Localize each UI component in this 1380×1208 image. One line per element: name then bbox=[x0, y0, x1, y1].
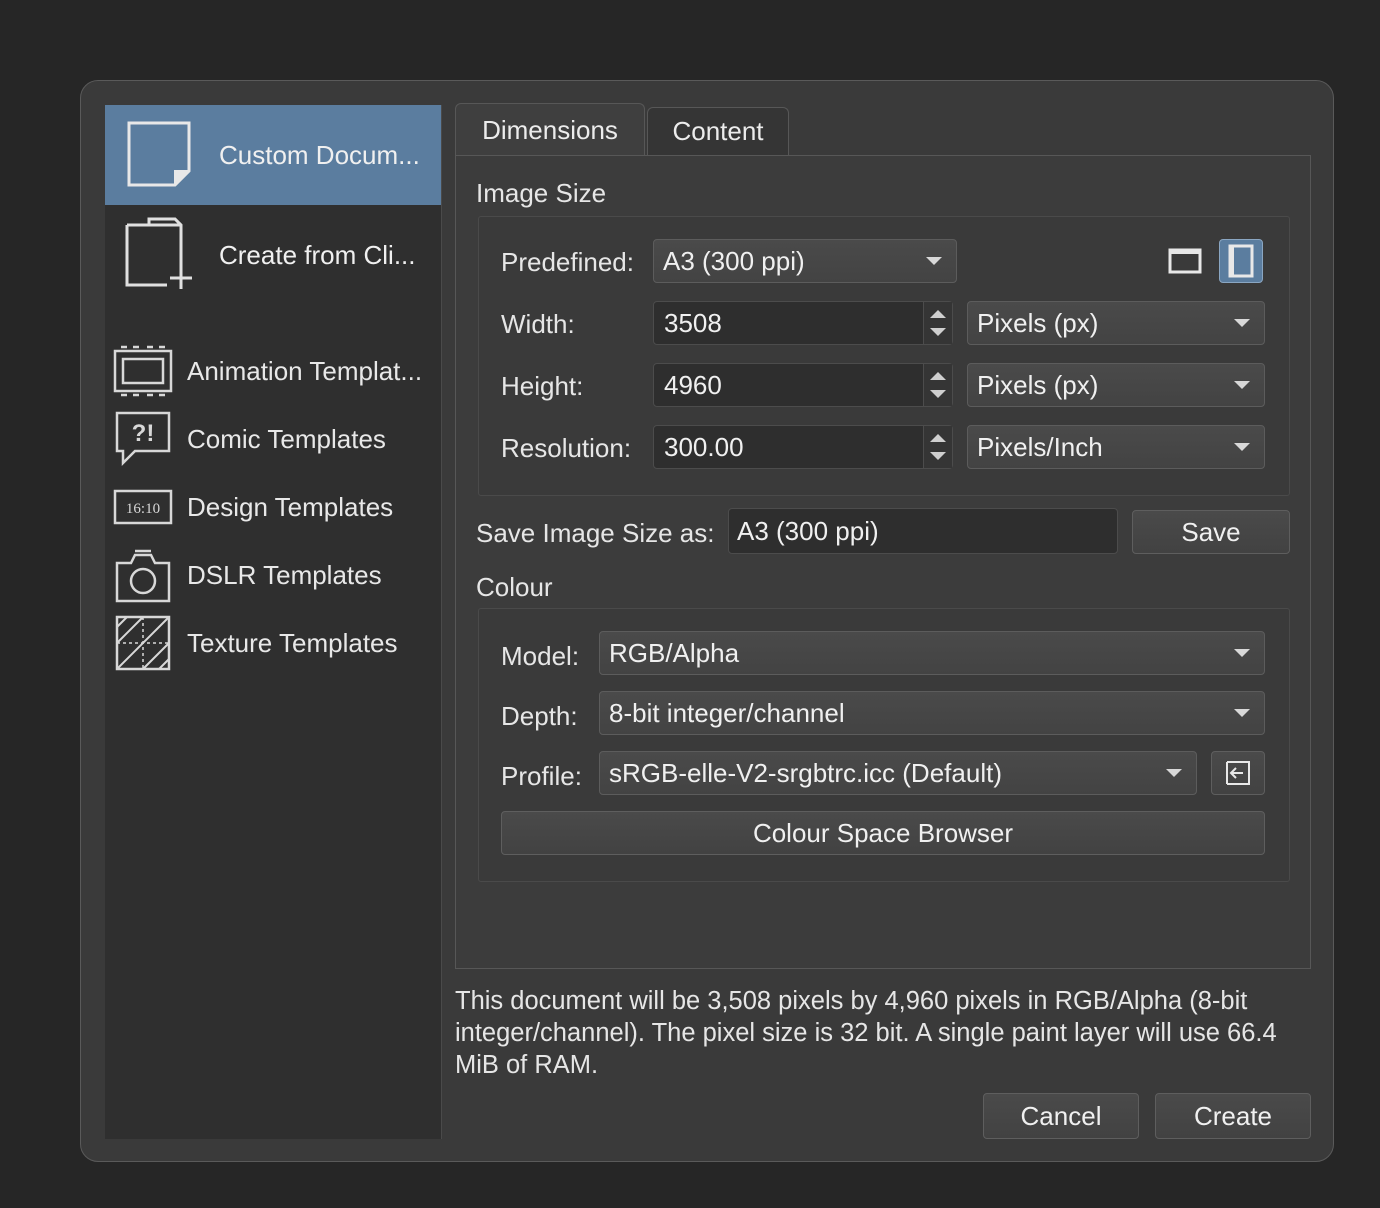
save-size-button[interactable]: Save bbox=[1132, 510, 1290, 554]
sidebar-item-create-from-clipboard[interactable]: Create from Cli... bbox=[105, 205, 441, 305]
svg-text:?!: ?! bbox=[132, 420, 155, 447]
predefined-select[interactable]: A3 (300 ppi) bbox=[653, 239, 957, 283]
colour-title: Colour bbox=[476, 572, 553, 602]
depth-select[interactable]: 8-bit integer/channel bbox=[599, 691, 1265, 735]
chevron-down-icon bbox=[1166, 769, 1182, 777]
save-size-value: A3 (300 ppi) bbox=[737, 515, 879, 546]
tab-dimensions[interactable]: Dimensions bbox=[455, 103, 645, 157]
height-label: Height: bbox=[501, 371, 584, 401]
chevron-down-icon bbox=[1234, 443, 1250, 451]
predefined-label: Predefined: bbox=[501, 247, 634, 277]
height-stepper[interactable] bbox=[923, 364, 952, 406]
resolution-value: 300.00 bbox=[664, 431, 744, 462]
height-unit-select[interactable]: Pixels (px) bbox=[967, 363, 1265, 407]
portrait-icon bbox=[1228, 244, 1254, 278]
height-value: 4960 bbox=[664, 369, 722, 400]
colour-space-browser-button[interactable]: Colour Space Browser bbox=[501, 811, 1265, 855]
resolution-stepper[interactable] bbox=[923, 426, 952, 468]
width-value: 3508 bbox=[664, 307, 722, 338]
save-size-name-field[interactable]: A3 (300 ppi) bbox=[728, 508, 1118, 554]
clipboard-new-icon bbox=[125, 217, 192, 289]
colour-space-browser-label: Colour Space Browser bbox=[752, 817, 1014, 848]
import-profile-icon bbox=[1226, 761, 1250, 785]
blank-document-icon bbox=[127, 121, 191, 187]
width-stepper[interactable] bbox=[923, 302, 952, 344]
profile-select[interactable]: sRGB-elle-V2-srgbtrc.icc (Default) bbox=[599, 751, 1197, 795]
tab-content[interactable]: Content bbox=[647, 107, 789, 155]
colour-group: Model: RGB/Alpha Depth: 8-bit integer/ch… bbox=[478, 608, 1290, 882]
create-button[interactable]: Create bbox=[1155, 1093, 1311, 1139]
resolution-label: Resolution: bbox=[501, 433, 632, 463]
sidebar-item-label: DSLR Templates bbox=[187, 559, 382, 590]
svg-text:16:10: 16:10 bbox=[126, 501, 160, 517]
depth-value: 8-bit integer/channel bbox=[609, 697, 845, 728]
model-select[interactable]: RGB/Alpha bbox=[599, 631, 1265, 675]
tab-content-label: Content bbox=[672, 116, 764, 146]
camera-icon bbox=[115, 549, 171, 603]
new-document-dialog: Custom Docum... Create from Cli... Anima… bbox=[80, 80, 1334, 1162]
width-unit-value: Pixels (px) bbox=[977, 307, 1099, 338]
cancel-label: Cancel bbox=[1020, 1100, 1102, 1131]
landscape-icon bbox=[1168, 248, 1202, 274]
depth-label: Depth: bbox=[501, 701, 578, 731]
profile-value: sRGB-elle-V2-srgbtrc.icc (Default) bbox=[609, 757, 1002, 788]
sidebar-item-texture-templates[interactable]: Texture Templates bbox=[105, 611, 441, 675]
model-value: RGB/Alpha bbox=[609, 637, 740, 668]
animation-template-icon bbox=[113, 345, 173, 397]
resolution-unit-select[interactable]: Pixels/Inch bbox=[967, 425, 1265, 469]
template-sidebar: Custom Docum... Create from Cli... Anima… bbox=[105, 105, 442, 1139]
resolution-input[interactable]: 300.00 bbox=[653, 425, 953, 469]
image-size-group: Predefined: A3 (300 ppi) Width: 3508 Pix… bbox=[478, 216, 1290, 496]
design-aspect-ratio-icon: 16:10 bbox=[113, 489, 173, 525]
sidebar-item-label: Design Templates bbox=[187, 491, 394, 522]
sidebar-item-label: Animation Templat... bbox=[187, 355, 423, 386]
chevron-down-icon bbox=[926, 257, 942, 265]
chevron-down-icon bbox=[1234, 319, 1250, 327]
comic-speech-icon: ?! bbox=[115, 411, 171, 467]
profile-import-button[interactable] bbox=[1211, 751, 1265, 795]
sidebar-item-label: Texture Templates bbox=[187, 627, 398, 658]
cancel-button[interactable]: Cancel bbox=[983, 1093, 1139, 1139]
sidebar-item-design-templates[interactable]: 16:10 Design Templates bbox=[105, 475, 441, 539]
sidebar-item-label: Custom Docum... bbox=[219, 139, 420, 170]
height-input[interactable]: 4960 bbox=[653, 363, 953, 407]
sidebar-item-label: Comic Templates bbox=[187, 423, 386, 454]
width-input[interactable]: 3508 bbox=[653, 301, 953, 345]
sidebar-item-custom-document[interactable]: Custom Docum... bbox=[105, 105, 441, 205]
portrait-toggle[interactable] bbox=[1219, 239, 1263, 283]
sidebar-item-animation-templates[interactable]: Animation Templat... bbox=[105, 339, 441, 403]
texture-icon bbox=[115, 615, 171, 671]
chevron-down-icon bbox=[1234, 381, 1250, 389]
profile-label: Profile: bbox=[501, 761, 582, 791]
save-size-label: Save Image Size as: bbox=[476, 518, 715, 548]
width-unit-select[interactable]: Pixels (px) bbox=[967, 301, 1265, 345]
sidebar-item-comic-templates[interactable]: ?! Comic Templates bbox=[105, 407, 441, 471]
predefined-value: A3 (300 ppi) bbox=[663, 245, 805, 276]
height-unit-value: Pixels (px) bbox=[977, 369, 1099, 400]
create-label: Create bbox=[1193, 1100, 1273, 1131]
tab-dimensions-label: Dimensions bbox=[482, 115, 618, 145]
dimensions-panel: Image Size Predefined: A3 (300 ppi) Widt… bbox=[455, 155, 1311, 969]
model-label: Model: bbox=[501, 641, 580, 671]
sidebar-item-dslr-templates[interactable]: DSLR Templates bbox=[105, 543, 441, 607]
document-summary: This document will be 3,508 pixels by 4,… bbox=[455, 987, 1277, 1079]
save-size-button-label: Save bbox=[1181, 516, 1241, 547]
chevron-down-icon bbox=[1234, 649, 1250, 657]
sidebar-item-label: Create from Cli... bbox=[219, 239, 416, 270]
image-size-title: Image Size bbox=[476, 178, 607, 208]
resolution-unit-value: Pixels/Inch bbox=[977, 431, 1103, 462]
landscape-toggle[interactable] bbox=[1163, 239, 1207, 283]
chevron-down-icon bbox=[1234, 709, 1250, 717]
width-label: Width: bbox=[501, 309, 575, 339]
